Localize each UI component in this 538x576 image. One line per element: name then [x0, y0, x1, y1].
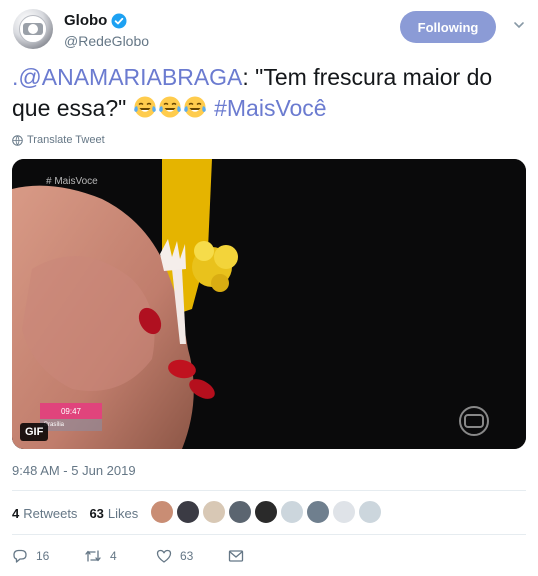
- tv-clock-overlay: 09:47 Brasília: [40, 403, 102, 431]
- globo-logo-icon[interactable]: [12, 8, 54, 50]
- direct-message-action[interactable]: [228, 548, 252, 564]
- avatar[interactable]: [358, 500, 382, 524]
- likes-stat[interactable]: 63 Likes: [89, 506, 138, 521]
- retweets-count: 4: [12, 505, 20, 521]
- author-display-name[interactable]: Globo: [64, 12, 107, 29]
- reply-action[interactable]: 16: [12, 548, 84, 564]
- overlay-hashtag: # MaisVoce: [46, 176, 98, 187]
- reply-icon: [13, 549, 27, 563]
- divider-top: [12, 490, 526, 491]
- tv-clock-sub: Brasília: [40, 419, 102, 431]
- author-handle[interactable]: @RedeGlobo: [64, 33, 149, 49]
- gif-badge: GIF: [20, 423, 49, 441]
- heart-icon: [156, 549, 172, 563]
- tweet-timestamp[interactable]: 9:48 AM - 5 Jun 2019: [12, 463, 136, 478]
- avatar[interactable]: [228, 500, 252, 524]
- like-count: 63: [180, 549, 194, 563]
- chevron-down-icon[interactable]: [512, 18, 526, 32]
- avatar[interactable]: [176, 500, 200, 524]
- avatar[interactable]: [332, 500, 356, 524]
- following-button[interactable]: Following: [400, 11, 496, 43]
- tweet-actions: 16 4 63: [12, 545, 252, 567]
- likes-count: 63: [89, 505, 104, 521]
- avatar[interactable]: [150, 500, 174, 524]
- retweet-icon: [85, 550, 101, 562]
- likes-label: Likes: [107, 505, 139, 521]
- avatar[interactable]: [254, 500, 278, 524]
- avatar[interactable]: [306, 500, 330, 524]
- hashtag-link[interactable]: #MaisVocê: [214, 95, 327, 121]
- translate-label: Translate Tweet: [27, 134, 105, 146]
- retweets-label: Retweets: [23, 505, 78, 521]
- author-name-row: Globo: [64, 12, 127, 29]
- avatar[interactable]: [202, 500, 226, 524]
- tv-clock-time: 09:47: [40, 403, 102, 419]
- face-with-tears-of-joy-icon: [183, 96, 206, 118]
- face-with-tears-of-joy-icon: [158, 96, 181, 118]
- globe-icon: [12, 134, 23, 146]
- retweets-stat[interactable]: 4 Retweets: [12, 506, 77, 521]
- translate-tweet-link[interactable]: Translate Tweet: [12, 134, 105, 146]
- envelope-icon: [228, 550, 244, 562]
- divider-bottom: [12, 534, 526, 535]
- tweet-header: Globo @RedeGlobo Following: [12, 8, 526, 52]
- face-with-tears-of-joy-icon: [133, 96, 156, 118]
- mention-link[interactable]: .@ANAMARIABRAGA: [12, 64, 242, 90]
- gif-media[interactable]: # MaisVoce 09:47 Brasília GIF: [12, 159, 526, 449]
- tweet-stats: 4 Retweets 63 Likes: [12, 500, 150, 526]
- tweet-text: .@ANAMARIABRAGA: "Tem frescura maior do …: [12, 62, 526, 124]
- avatar[interactable]: [280, 500, 304, 524]
- retweet-count: 4: [110, 549, 117, 563]
- retweet-action[interactable]: 4: [84, 548, 156, 564]
- reply-count: 16: [36, 549, 50, 563]
- verified-badge-icon: [111, 13, 127, 28]
- emoji-group: [133, 95, 208, 121]
- liker-avatars: [150, 500, 384, 524]
- like-action[interactable]: 63: [156, 548, 228, 564]
